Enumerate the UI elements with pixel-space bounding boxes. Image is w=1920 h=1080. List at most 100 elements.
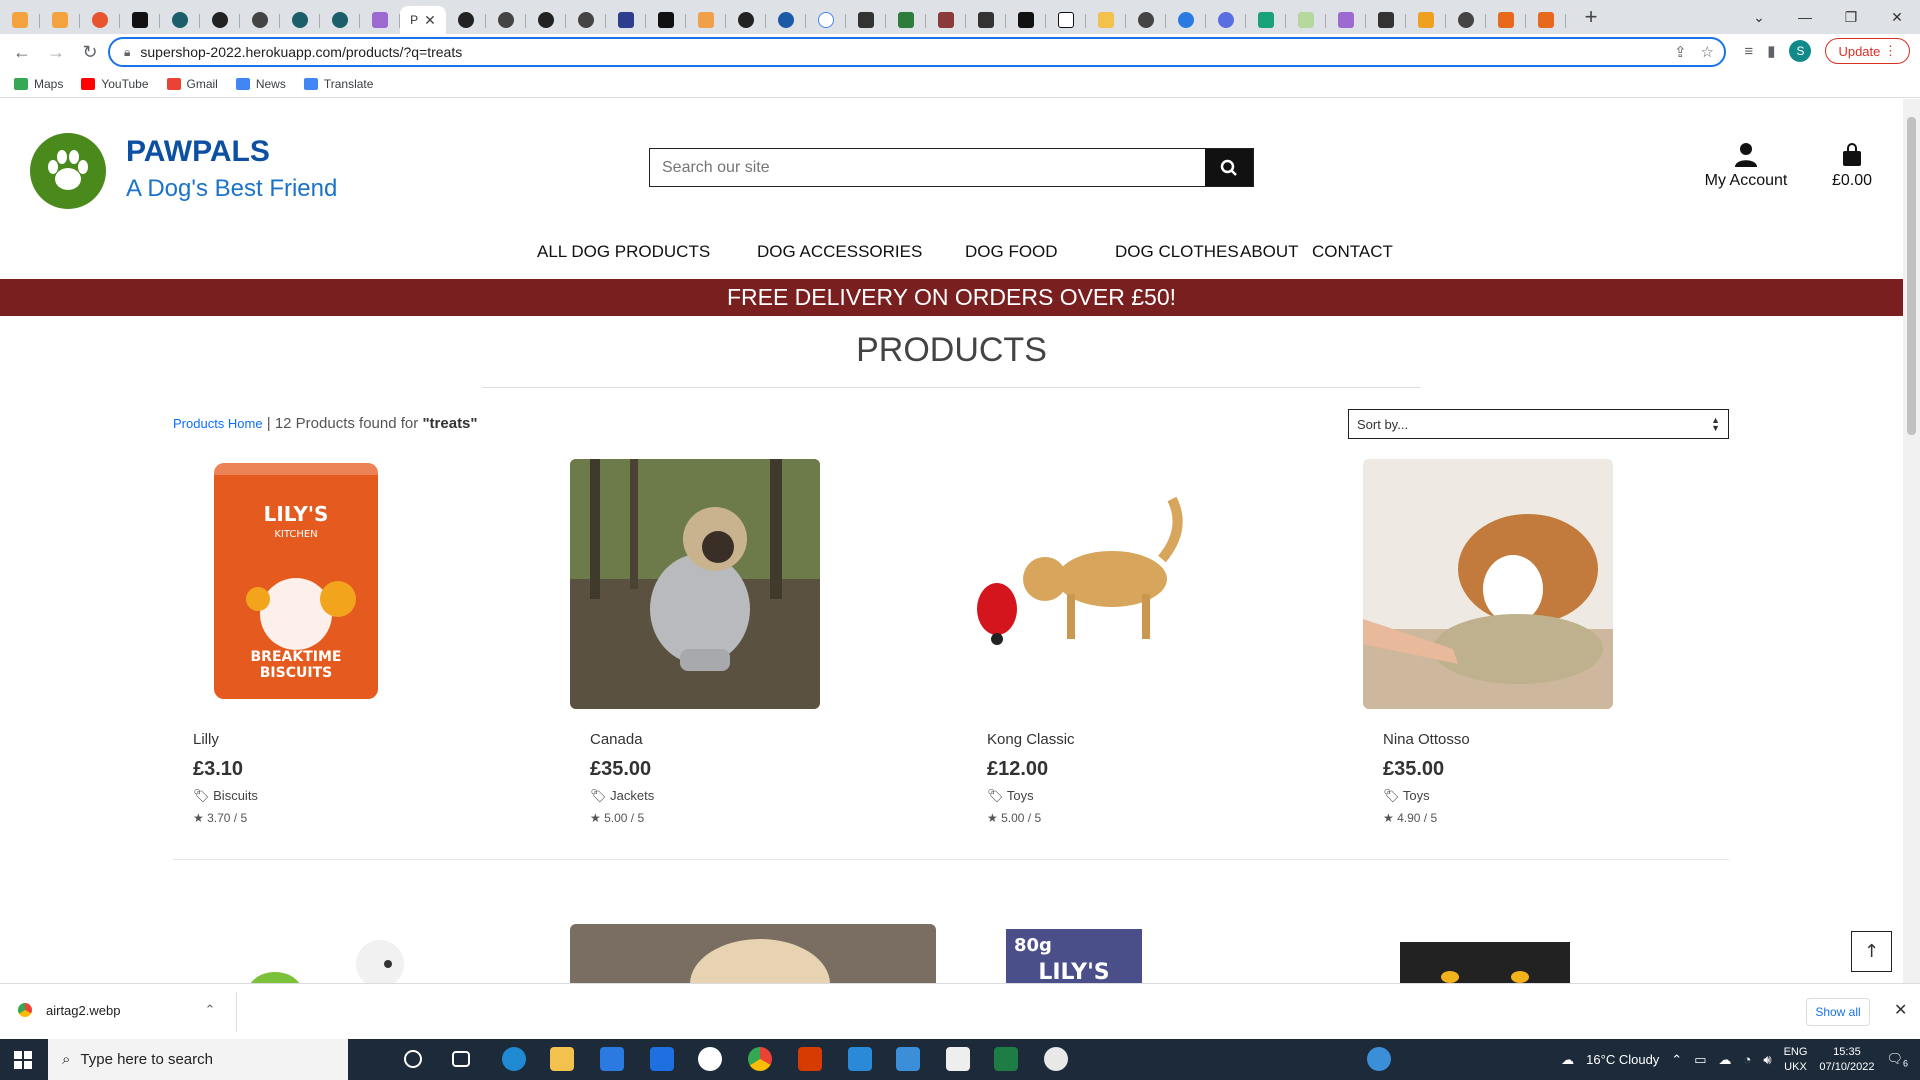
product-card[interactable]: Kong Classic £12.00 🏷︎ Toys ★ 5.00 / 5 — [967, 459, 1267, 825]
tab[interactable] — [320, 6, 360, 34]
product-image[interactable] — [1400, 942, 1570, 983]
cortana-icon[interactable] — [404, 1050, 422, 1068]
bookmark-maps[interactable]: Maps — [14, 77, 63, 91]
vscode-icon[interactable] — [848, 1047, 872, 1071]
tab[interactable] — [1166, 6, 1206, 34]
windows-start-icon[interactable] — [14, 1051, 32, 1069]
tab[interactable] — [726, 6, 766, 34]
help-icon[interactable] — [1367, 1047, 1391, 1071]
tab[interactable] — [686, 6, 726, 34]
tab[interactable] — [926, 6, 966, 34]
nav-all-dog-products[interactable]: ALL DOG PRODUCTS — [537, 242, 710, 262]
tab[interactable] — [1206, 6, 1246, 34]
mail-icon[interactable] — [600, 1047, 624, 1071]
product-name[interactable]: Lilly — [193, 731, 219, 748]
product-image[interactable] — [230, 924, 430, 983]
tab[interactable] — [40, 6, 80, 34]
tab[interactable] — [1006, 6, 1046, 34]
tab-active[interactable]: P ✕ — [400, 6, 446, 34]
tab[interactable] — [1366, 6, 1406, 34]
reload-button[interactable]: ↻ — [76, 38, 104, 66]
search-button[interactable] — [1205, 149, 1253, 186]
tab[interactable] — [1086, 6, 1126, 34]
product-card[interactable]: Nina Ottosso £35.00 🏷︎ Toys ★ 4.90 / 5 — [1363, 459, 1663, 825]
product-image[interactable] — [967, 459, 1217, 709]
bookmark-news[interactable]: News — [235, 77, 286, 91]
tab[interactable] — [486, 6, 526, 34]
product-category[interactable]: 🏷︎ Biscuits — [193, 788, 258, 804]
sort-select[interactable]: Sort by... ▲ ▼ — [1348, 409, 1729, 439]
tab[interactable] — [606, 6, 646, 34]
paw-logo-icon[interactable] — [30, 133, 106, 209]
tab[interactable] — [526, 6, 566, 34]
app-icon[interactable] — [1044, 1047, 1068, 1071]
nav-about[interactable]: ABOUT — [1240, 242, 1299, 262]
tab[interactable] — [966, 6, 1006, 34]
notifications-icon[interactable]: 🗨︎6 — [1886, 1051, 1908, 1069]
nav-contact[interactable]: CONTACT — [1312, 242, 1393, 262]
tab-search-icon[interactable]: ⌄ — [1736, 0, 1782, 34]
tab[interactable] — [1246, 6, 1286, 34]
tab[interactable] — [846, 6, 886, 34]
tab[interactable] — [806, 6, 846, 34]
tab[interactable] — [1526, 6, 1566, 34]
product-image[interactable]: 80g LILY'S — [1006, 929, 1142, 983]
my-account-link[interactable]: My Account — [1700, 143, 1792, 190]
task-view-icon[interactable] — [452, 1051, 470, 1067]
chevron-up-icon[interactable]: ⌃ — [1671, 1052, 1682, 1068]
tab[interactable] — [1046, 6, 1086, 34]
product-category[interactable]: 🏷︎ Jackets — [590, 788, 654, 804]
minimize-button[interactable]: — — [1782, 0, 1828, 34]
close-tab-icon[interactable]: ✕ — [424, 12, 436, 29]
tab[interactable] — [1326, 6, 1366, 34]
tab[interactable] — [1446, 6, 1486, 34]
scrollbar-thumb[interactable] — [1907, 117, 1916, 435]
tab[interactable] — [1286, 6, 1326, 34]
product-image[interactable] — [570, 924, 936, 983]
nav-dog-food[interactable]: DOG FOOD — [965, 242, 1058, 262]
tab[interactable] — [240, 6, 280, 34]
page-scrollbar[interactable] — [1903, 99, 1920, 983]
tab[interactable] — [1406, 6, 1446, 34]
dropbox-icon[interactable] — [650, 1047, 674, 1071]
restore-button[interactable]: ❐ — [1828, 0, 1874, 34]
office-icon[interactable] — [798, 1047, 822, 1071]
tab[interactable] — [766, 6, 806, 34]
weather-text[interactable]: 16°C Cloudy — [1586, 1052, 1659, 1067]
tab[interactable] — [646, 6, 686, 34]
chevron-up-icon[interactable]: ⌃ — [204, 1002, 215, 1018]
back-to-top-button[interactable]: ↑ — [1851, 931, 1892, 972]
excel-icon[interactable] — [994, 1047, 1018, 1071]
close-window-button[interactable]: ✕ — [1874, 0, 1920, 34]
forward-button[interactable]: → — [42, 38, 70, 66]
tab[interactable] — [120, 6, 160, 34]
products-home-link[interactable]: Products Home — [173, 416, 263, 431]
clock[interactable]: 15:35 07/10/2022 — [1819, 1045, 1874, 1075]
bookmark-youtube[interactable]: YouTube — [81, 77, 149, 91]
download-item[interactable]: airtag2.webp ⌃ — [18, 1002, 215, 1018]
bookmark-star-icon[interactable]: ☆ — [1701, 43, 1714, 61]
bookmark-gmail[interactable]: Gmail — [166, 77, 218, 91]
app-icon[interactable] — [698, 1047, 722, 1071]
tab[interactable] — [200, 6, 240, 34]
update-button[interactable]: Update ⋮ — [1825, 38, 1910, 64]
nav-dog-clothes[interactable]: DOG CLOTHES — [1115, 242, 1239, 262]
cart-link[interactable]: £0.00 — [1820, 143, 1884, 190]
profile-avatar[interactable]: S — [1789, 40, 1812, 62]
side-panel-icon[interactable]: ▮ — [1767, 42, 1775, 60]
product-name[interactable]: Canada — [590, 731, 643, 748]
back-button[interactable]: ← — [8, 38, 36, 66]
tab[interactable] — [280, 6, 320, 34]
tab[interactable] — [886, 6, 926, 34]
product-name[interactable]: Kong Classic — [987, 731, 1075, 748]
product-image[interactable] — [570, 459, 820, 709]
share-icon[interactable]: ⇪ — [1674, 43, 1687, 61]
product-category[interactable]: 🏷︎ Toys — [1383, 788, 1430, 804]
language-indicator[interactable]: ENG UKX — [1784, 1045, 1808, 1075]
volume-icon[interactable]: 🔊︎ — [1763, 1052, 1771, 1068]
tab[interactable] — [566, 6, 606, 34]
tab[interactable] — [1486, 6, 1526, 34]
search-input[interactable] — [650, 149, 1205, 186]
app-icon[interactable] — [946, 1047, 970, 1071]
product-category[interactable]: 🏷︎ Toys — [987, 788, 1034, 804]
